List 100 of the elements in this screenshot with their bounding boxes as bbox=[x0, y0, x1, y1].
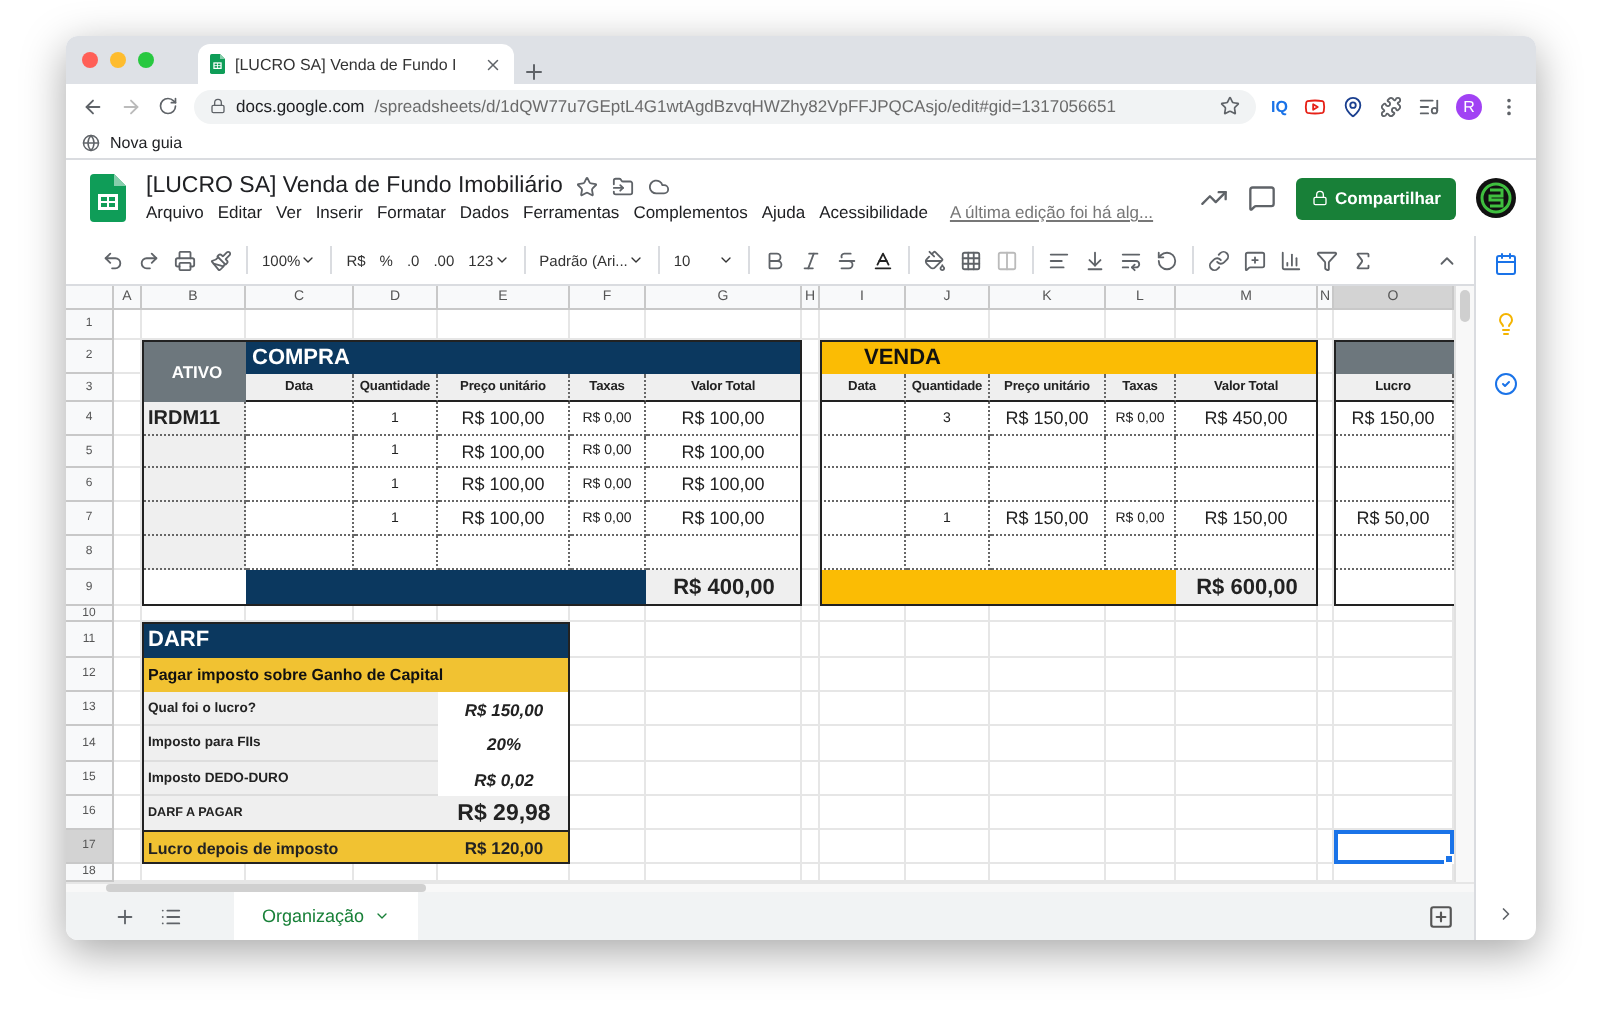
print-icon[interactable] bbox=[174, 249, 196, 271]
close-icon[interactable] bbox=[484, 55, 502, 73]
profile-logo-icon[interactable] bbox=[1476, 178, 1516, 218]
grid-cell[interactable] bbox=[990, 622, 1106, 658]
table-cell[interactable] bbox=[1334, 436, 1454, 468]
grid-cell[interactable] bbox=[646, 726, 802, 762]
grid-cell[interactable] bbox=[1176, 606, 1318, 622]
grid-cell[interactable] bbox=[1176, 622, 1318, 658]
grid-cell[interactable] bbox=[1106, 692, 1176, 726]
grid-cell[interactable] bbox=[1106, 658, 1176, 692]
grid-cell[interactable] bbox=[114, 468, 142, 502]
grid-cell[interactable] bbox=[802, 374, 820, 402]
grid-cell[interactable] bbox=[820, 658, 906, 692]
table-cell[interactable] bbox=[1106, 436, 1176, 468]
grid-cell[interactable] bbox=[802, 436, 820, 468]
grid-cell[interactable] bbox=[570, 726, 646, 762]
grid-cell[interactable] bbox=[114, 570, 142, 606]
grid-cell[interactable] bbox=[1318, 436, 1334, 468]
merge-icon[interactable] bbox=[995, 249, 1018, 271]
menu-item[interactable]: Arquivo bbox=[146, 202, 204, 222]
grid-cell[interactable] bbox=[1318, 310, 1334, 340]
playlist-icon[interactable] bbox=[1418, 95, 1440, 117]
grid-cell[interactable] bbox=[906, 310, 990, 340]
redo-icon[interactable] bbox=[138, 249, 160, 271]
grid-cell[interactable] bbox=[646, 658, 802, 692]
grid-cell[interactable] bbox=[646, 310, 802, 340]
grid-cell[interactable] bbox=[570, 692, 646, 726]
grid-cell[interactable] bbox=[1176, 796, 1318, 830]
comment-icon[interactable] bbox=[1243, 249, 1266, 271]
table-cell[interactable] bbox=[906, 468, 990, 502]
grid-cell[interactable] bbox=[570, 310, 646, 340]
grid-cell[interactable] bbox=[1176, 762, 1318, 796]
grid-cell[interactable] bbox=[646, 622, 802, 658]
table-cell[interactable] bbox=[142, 468, 246, 502]
grid-cell[interactable] bbox=[1318, 762, 1334, 796]
chart-icon[interactable] bbox=[1279, 249, 1302, 271]
back-icon[interactable] bbox=[82, 95, 104, 117]
grid-cell[interactable] bbox=[1318, 622, 1334, 658]
grid-cell[interactable] bbox=[802, 762, 820, 796]
grid-cell[interactable] bbox=[802, 502, 820, 536]
table-cell[interactable] bbox=[354, 536, 438, 570]
borders-icon[interactable] bbox=[959, 249, 982, 271]
text-color-icon[interactable] bbox=[871, 249, 894, 271]
grid-cell[interactable] bbox=[802, 310, 820, 340]
vertical-align-icon[interactable] bbox=[1083, 249, 1106, 271]
video-icon[interactable] bbox=[1304, 95, 1326, 117]
grid-cell[interactable] bbox=[114, 658, 142, 692]
grid-cell[interactable] bbox=[114, 310, 142, 340]
grid-cell[interactable] bbox=[1318, 536, 1334, 570]
wrap-icon[interactable] bbox=[1119, 249, 1142, 271]
table-cell[interactable] bbox=[1334, 536, 1454, 570]
menu-item[interactable]: Ajuda bbox=[761, 202, 806, 222]
grid-cell[interactable] bbox=[246, 310, 354, 340]
table-cell[interactable] bbox=[990, 468, 1106, 502]
sheet-tab[interactable]: Organização bbox=[234, 892, 419, 940]
grid-cell[interactable] bbox=[990, 830, 1106, 864]
forward-icon[interactable] bbox=[120, 95, 142, 117]
link-icon[interactable] bbox=[1207, 249, 1230, 271]
menu-item[interactable]: Acessibilidade bbox=[819, 202, 928, 222]
grid-cell[interactable] bbox=[1106, 606, 1176, 622]
grid-cell[interactable] bbox=[1176, 310, 1318, 340]
menu-item[interactable]: Complementos bbox=[633, 202, 748, 222]
menu-item[interactable]: Dados bbox=[459, 202, 509, 222]
table-cell[interactable] bbox=[1106, 468, 1176, 502]
menu-item[interactable]: Formatar bbox=[376, 202, 446, 222]
grid-cell[interactable] bbox=[570, 606, 646, 622]
table-cell[interactable]: R$ 100,00 bbox=[438, 402, 570, 436]
reload-icon[interactable] bbox=[158, 96, 178, 116]
grid-cell[interactable] bbox=[1106, 762, 1176, 796]
grid-cell[interactable] bbox=[646, 692, 802, 726]
grid-cell[interactable] bbox=[438, 310, 570, 340]
table-cell[interactable] bbox=[142, 502, 246, 536]
grid-cell[interactable] bbox=[802, 340, 820, 374]
selected-cell[interactable] bbox=[1334, 830, 1454, 864]
explore-icon[interactable] bbox=[1428, 903, 1454, 929]
grid-cell[interactable] bbox=[802, 658, 820, 692]
grid-cell[interactable] bbox=[114, 436, 142, 468]
grid-cell[interactable] bbox=[906, 726, 990, 762]
grid-cell[interactable] bbox=[1176, 692, 1318, 726]
table-cell[interactable]: R$ 100,00 bbox=[438, 436, 570, 468]
grid-cell[interactable] bbox=[114, 692, 142, 726]
grid-cell[interactable] bbox=[570, 762, 646, 796]
filter-icon[interactable] bbox=[1315, 249, 1338, 271]
table-cell[interactable] bbox=[246, 536, 354, 570]
grid-cell[interactable] bbox=[802, 692, 820, 726]
comment-icon[interactable] bbox=[1248, 184, 1276, 212]
grid-cell[interactable] bbox=[820, 726, 906, 762]
table-cell[interactable] bbox=[246, 468, 354, 502]
grid-cell[interactable] bbox=[990, 692, 1106, 726]
functions-icon[interactable] bbox=[1351, 249, 1374, 271]
grid-cell[interactable] bbox=[114, 622, 142, 658]
grid-cell[interactable] bbox=[142, 310, 246, 340]
table-cell[interactable]: R$ 150,00 bbox=[1334, 402, 1454, 436]
table-cell[interactable]: R$ 150,00 bbox=[990, 502, 1106, 536]
grid-cell[interactable] bbox=[1318, 830, 1334, 864]
grid-cell[interactable] bbox=[354, 606, 438, 622]
star-icon[interactable] bbox=[576, 175, 599, 197]
grid-cell[interactable] bbox=[1318, 502, 1334, 536]
grid-cell[interactable] bbox=[114, 830, 142, 864]
grid-cell[interactable] bbox=[906, 658, 990, 692]
